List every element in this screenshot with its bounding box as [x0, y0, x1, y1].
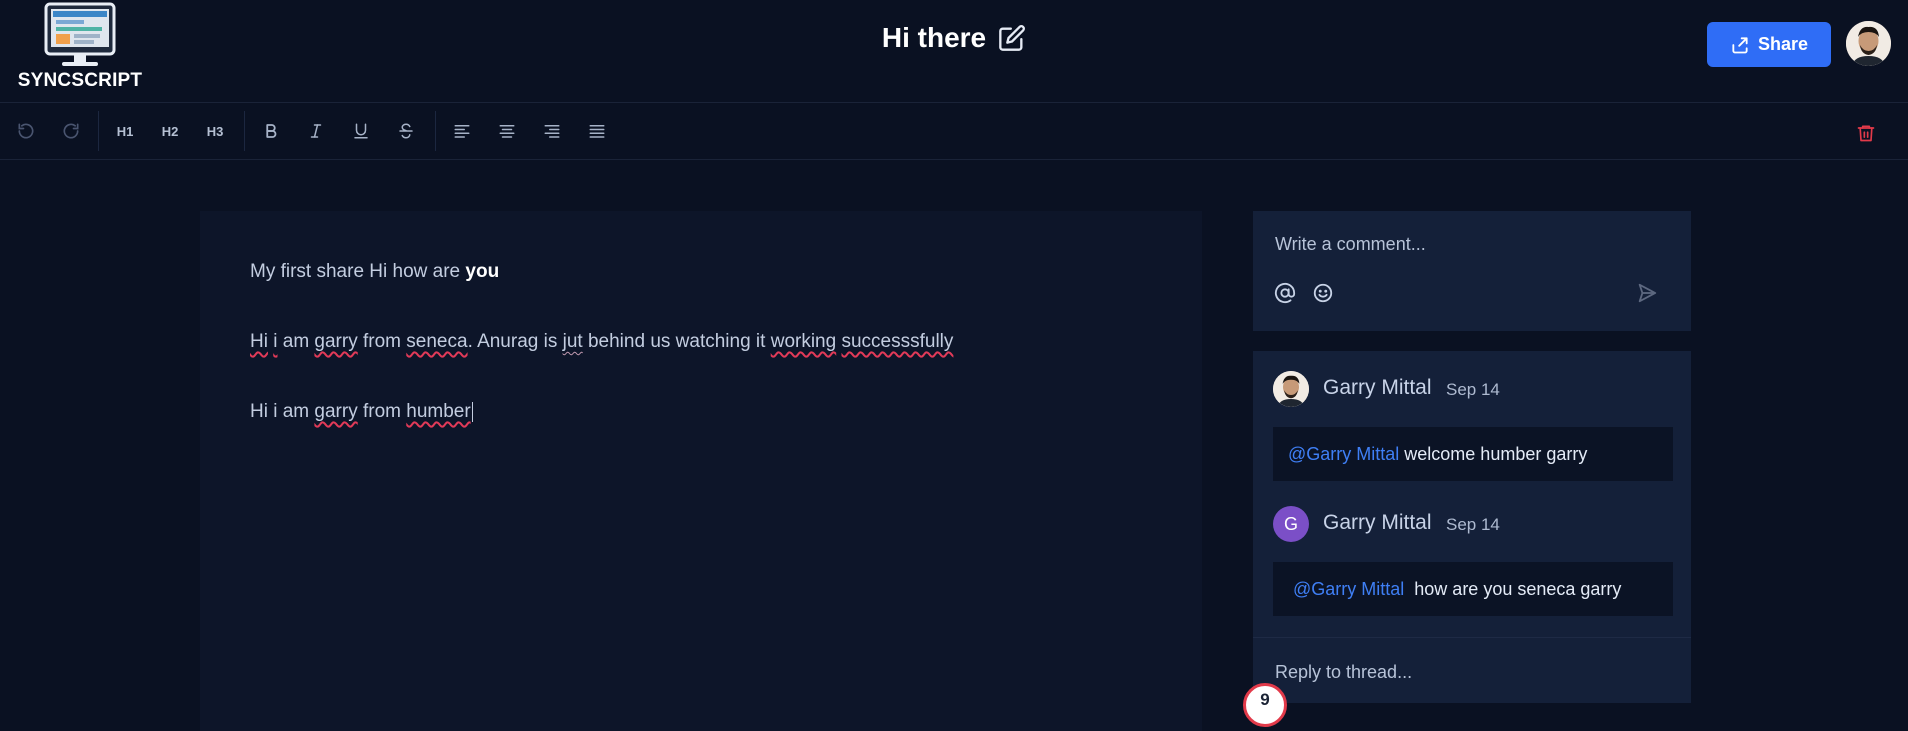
comment-author: Garry Mittal	[1323, 376, 1432, 399]
misspelled-word: working	[770, 331, 837, 352]
paragraph-text: . Anurag is	[467, 331, 563, 352]
misspelled-word: garry	[314, 401, 358, 422]
heading-3-label: H3	[206, 123, 224, 139]
comment-avatar: G	[1273, 506, 1309, 542]
misspelled-word: jut	[562, 331, 583, 352]
share-icon	[1732, 36, 1748, 53]
align-left-icon[interactable]	[446, 115, 478, 147]
paragraph-text: My first share Hi how are	[250, 261, 466, 282]
redo-icon[interactable]	[55, 115, 87, 147]
mention-icon[interactable]	[1271, 279, 1299, 307]
align-right-icon[interactable]	[536, 115, 568, 147]
misspelled-word: garry	[314, 331, 358, 352]
paragraph[interactable]: My first share Hi how are you	[250, 261, 499, 283]
document-editor[interactable]: My first share Hi how are you Hi i am ga…	[200, 211, 1202, 731]
misspelled-word: seneca	[406, 331, 468, 352]
heading-2-button[interactable]: H2	[154, 115, 186, 147]
align-justify-icon[interactable]	[581, 115, 613, 147]
paragraph[interactable]: Hi i am garry from humber	[250, 401, 473, 423]
formatting-toolbar: H1 H2 H3	[0, 103, 1908, 160]
strikethrough-icon[interactable]	[390, 115, 422, 147]
bold-icon[interactable]	[255, 115, 287, 147]
comment-date: Sep 14	[1446, 515, 1500, 534]
notification-badge[interactable]: 9	[1243, 683, 1287, 727]
comment-date: Sep 14	[1446, 380, 1500, 399]
comment-author: Garry Mittal	[1323, 511, 1432, 534]
comment-thread: Garry Mittal Sep 14 @Garry Mittal welcom…	[1253, 351, 1691, 703]
document-title: Hi there	[881, 22, 987, 53]
paragraph-text: from	[357, 331, 407, 352]
app-logo[interactable]: SYNCSCRIPT	[14, 2, 146, 92]
mention-tag[interactable]: @Garry Mittal	[1288, 444, 1399, 465]
heading-2-label: H2	[161, 123, 179, 139]
reply-input[interactable]	[1273, 657, 1667, 687]
share-button[interactable]: Share	[1707, 22, 1831, 67]
share-label: Share	[1757, 34, 1809, 54]
monitor-logo-icon	[44, 2, 116, 66]
emoji-icon[interactable]	[1309, 279, 1337, 307]
document-title-group: Hi there	[882, 22, 1026, 54]
align-center-icon[interactable]	[491, 115, 523, 147]
top-bar: SYNCSCRIPT Hi there Share	[0, 0, 1908, 103]
divider	[1253, 637, 1691, 638]
comment-input[interactable]	[1273, 229, 1667, 259]
heading-1-label: H1	[116, 123, 134, 139]
paragraph-text: Hi i am	[250, 401, 315, 422]
comment-avatar	[1273, 371, 1309, 407]
misspelled-word: Hi	[250, 331, 268, 352]
bold-text: you	[465, 261, 500, 282]
mention-tag[interactable]: @Garry Mittal	[1293, 579, 1404, 600]
paragraph-text: am	[277, 331, 315, 352]
comment-body: @Garry Mittal welcome humber garry	[1273, 427, 1673, 481]
paragraph-text: behind us watching it	[582, 331, 771, 352]
misspelled-word: successsfully	[841, 331, 954, 352]
comment-body: @Garry Mittal how are you seneca garry	[1273, 562, 1673, 616]
paragraph[interactable]: Hi i am garry from seneca. Anurag is jut…	[250, 331, 953, 353]
trash-icon[interactable]	[1852, 119, 1880, 147]
text-caret	[471, 401, 473, 422]
user-avatar[interactable]	[1846, 21, 1891, 66]
logo-text: SYNCSCRIPT	[17, 70, 143, 91]
comment-text: welcome humber garry	[1399, 443, 1588, 464]
heading-3-button[interactable]: H3	[199, 115, 231, 147]
send-icon[interactable]	[1633, 279, 1661, 307]
heading-1-button[interactable]: H1	[109, 115, 141, 147]
edit-icon[interactable]	[998, 24, 1026, 52]
new-comment-box	[1253, 211, 1691, 331]
paragraph-text: from	[357, 401, 407, 422]
undo-icon[interactable]	[10, 115, 42, 147]
underline-icon[interactable]	[345, 115, 377, 147]
italic-icon[interactable]	[300, 115, 332, 147]
comment-text: how are you seneca garry	[1404, 578, 1622, 599]
misspelled-word: humber	[406, 401, 471, 422]
